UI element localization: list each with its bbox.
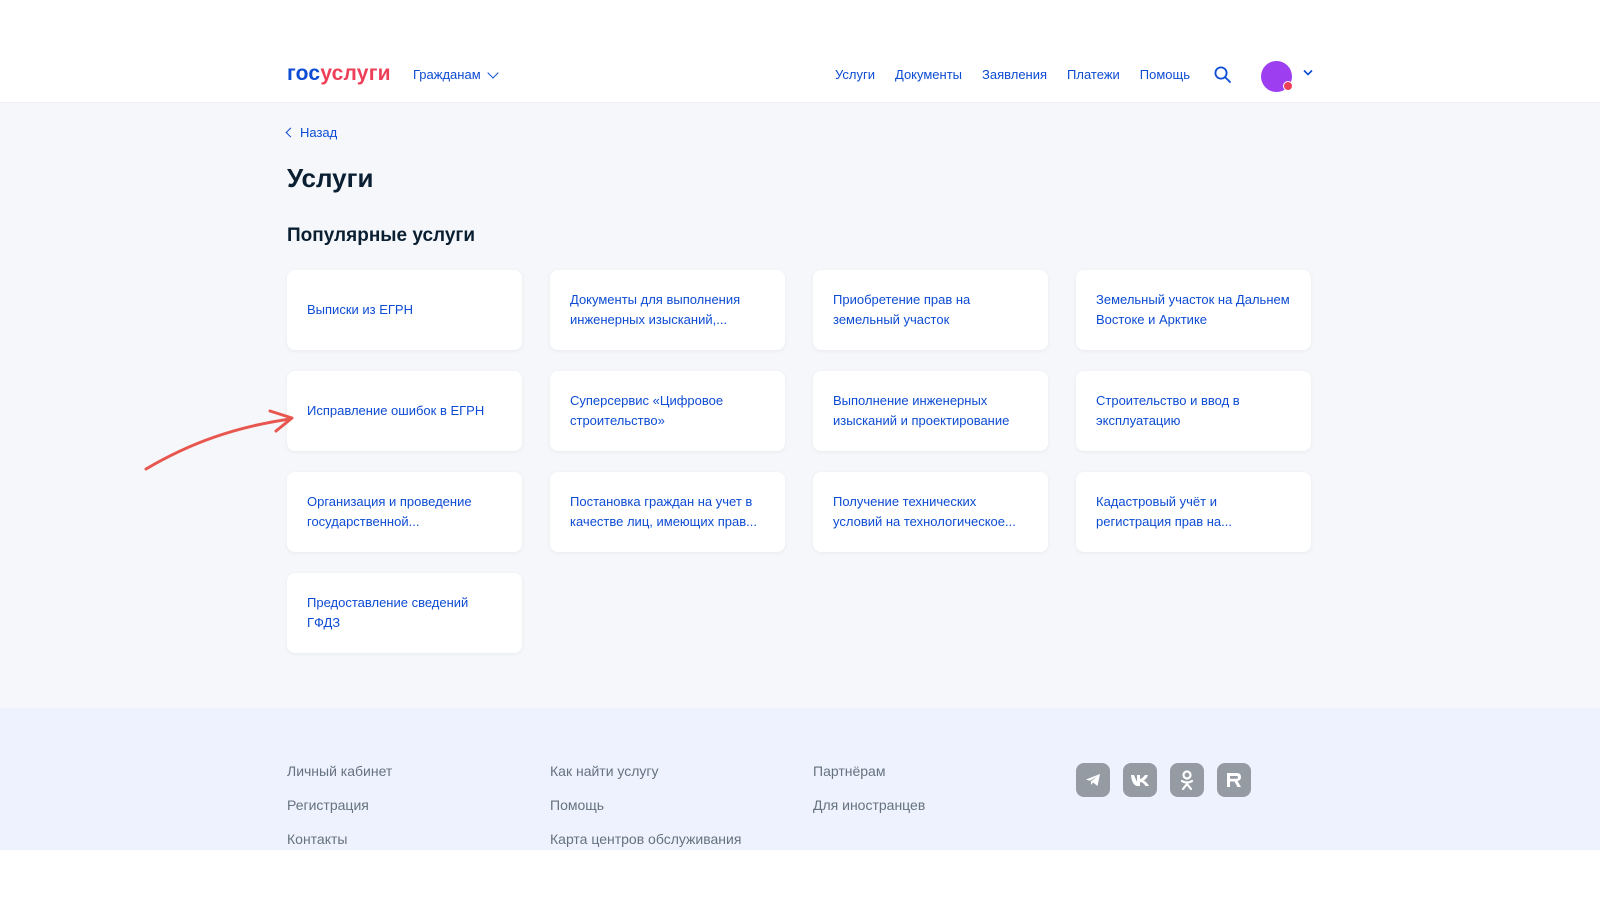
footer-link[interactable]: Карта центров обслуживания [550,830,741,849]
service-card-label: Кадастровый учёт и регистрация прав на..… [1096,494,1232,529]
page-title: Услуги [287,163,374,193]
nav-help[interactable]: Помощь [1140,67,1190,82]
telegram-icon[interactable] [1076,763,1110,797]
back-link-label: Назад [300,125,338,140]
annotation-arrow-icon [144,409,294,471]
footer-column-1: Личный кабинет Регистрация Контакты [287,762,392,849]
service-card[interactable]: Выписки из ЕГРН [287,270,522,350]
service-card[interactable]: Постановка граждан на учет в качестве ли… [550,472,785,552]
main-nav: Услуги Документы Заявления Платежи Помощ… [835,67,1190,82]
rutube-icon[interactable] [1217,763,1251,797]
service-card[interactable]: Строительство и ввод в эксплуатацию [1076,371,1311,451]
footer-link[interactable]: Регистрация [287,796,392,815]
logo-part-gos: гос [287,62,321,85]
service-card-label: Документы для выполнения инженерных изыс… [570,292,741,327]
notification-dot [1283,81,1293,91]
social-links [1076,763,1251,797]
service-card-label: Организация и проведение государственной… [307,494,472,529]
odnoklassniki-icon[interactable] [1170,763,1204,797]
service-card-label: Земельный участок на Дальнем Востоке и А… [1096,292,1290,327]
service-card-label: Строительство и ввод в эксплуатацию [1096,393,1240,428]
service-card[interactable]: Документы для выполнения инженерных изыс… [550,270,785,350]
nav-payments[interactable]: Платежи [1067,67,1120,82]
search-icon[interactable] [1214,66,1231,83]
service-card[interactable]: Исправление ошибок в ЕГРН [287,371,522,451]
service-card[interactable]: Организация и проведение государственной… [287,472,522,552]
service-card-label: Выполнение инженерных изысканий и проект… [833,393,1010,428]
nav-documents[interactable]: Документы [895,67,962,82]
account-chevron-down-icon[interactable] [1303,69,1313,76]
footer-column-3: Партнёрам Для иностранцев [813,762,925,815]
footer-link[interactable]: Контакты [287,830,392,849]
service-card[interactable]: Выполнение инженерных изысканий и проект… [813,371,1048,451]
footer-link[interactable]: Партнёрам [813,762,925,781]
main-content: Назад Услуги Популярные услуги Выписки и… [0,103,1600,788]
service-card[interactable]: Суперсервис «Цифровое строительство» [550,371,785,451]
role-selector[interactable]: Гражданам [413,66,499,82]
site-header: госуслуги Гражданам Услуги Документы Зая… [0,0,1600,103]
footer-column-2: Как найти услугу Помощь Карта центров об… [550,762,741,849]
chevron-down-icon [486,66,499,79]
back-link[interactable]: Назад [285,125,338,140]
nav-services[interactable]: Услуги [835,67,875,82]
service-card-label: Исправление ошибок в ЕГРН [307,403,485,418]
footer-link[interactable]: Для иностранцев [813,796,925,815]
role-selector-label: Гражданам [413,67,481,82]
page-bottom-area [0,850,1600,900]
service-card-label: Предоставление сведений ГФДЗ [307,595,469,630]
service-card-label: Приобретение прав на земельный участок [833,292,971,327]
footer-link[interactable]: Личный кабинет [287,762,392,781]
service-card[interactable]: Кадастровый учёт и регистрация прав на..… [1076,472,1311,552]
service-card[interactable]: Приобретение прав на земельный участок [813,270,1048,350]
service-card-label: Получение технических условий на техноло… [833,494,1016,529]
footer-link[interactable]: Как найти услугу [550,762,741,781]
service-card-label: Суперсервис «Цифровое строительство» [570,393,724,428]
site-footer: Личный кабинет Регистрация Контакты Как … [0,708,1600,850]
service-card-label: Постановка граждан на учет в качестве ли… [570,494,757,529]
nav-applications[interactable]: Заявления [982,67,1047,82]
vk-icon[interactable] [1123,763,1157,797]
logo-part-uslugi: услуги [320,62,391,85]
chevron-left-icon [285,127,296,138]
service-card[interactable]: Предоставление сведений ГФДЗ [287,573,522,653]
section-title-popular: Популярные услуги [287,225,476,246]
gosuslugi-logo[interactable]: госуслуги [287,62,391,86]
service-card[interactable]: Земельный участок на Дальнем Востоке и А… [1076,270,1311,350]
footer-link[interactable]: Помощь [550,796,741,815]
user-avatar[interactable] [1261,61,1293,92]
service-card[interactable]: Получение технических условий на техноло… [813,472,1048,552]
service-card-label: Выписки из ЕГРН [307,302,413,317]
